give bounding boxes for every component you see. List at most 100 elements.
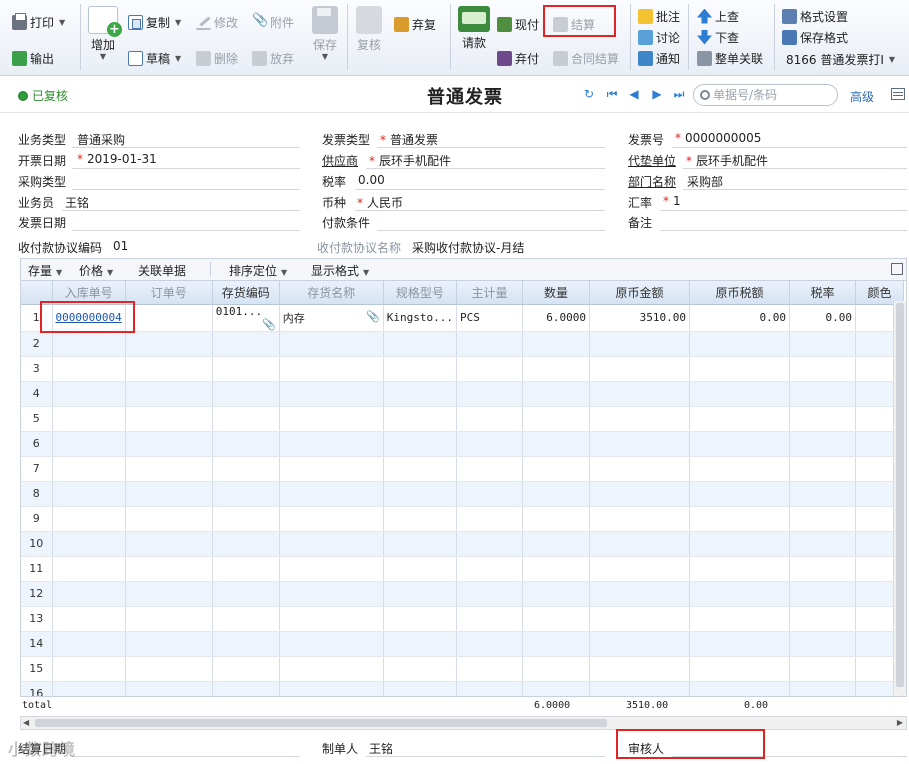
grid-cell[interactable] [589,656,690,682]
amount-cell[interactable]: 3510.00 [589,304,690,332]
grid-cell[interactable] [522,506,590,532]
grid-cell[interactable] [456,506,523,532]
discard-pay-button[interactable]: 弃付 [497,48,539,68]
grid-cell[interactable] [279,456,384,482]
print-button[interactable]: 打印 ▼ [12,12,65,32]
table-row[interactable]: 1 0000000004 0101... 📎 内存 📎 Kingsto... PCS… [21,304,904,332]
grid-cell[interactable] [383,506,457,532]
grid-cell[interactable] [383,406,457,432]
grid-cell[interactable] [52,656,126,682]
grid-cell[interactable] [383,356,457,382]
grid-cell[interactable] [52,631,126,657]
salesman-field[interactable]: 王铭 [65,194,89,211]
grid-cell[interactable] [522,606,590,632]
table-row[interactable]: 10 [21,531,904,557]
grid-cell[interactable] [689,556,790,582]
grid-cell[interactable] [789,456,856,482]
grid-cell[interactable] [456,356,523,382]
table-row[interactable]: 6 [21,431,904,457]
notify-button[interactable]: 通知 [638,48,680,68]
grid-cell[interactable] [589,431,690,457]
grid-cell[interactable] [279,331,384,357]
grid-cell[interactable] [383,556,457,582]
grid-cell[interactable] [522,556,590,582]
next-record-button[interactable]: 下查 [697,27,739,47]
grid-cell[interactable] [212,331,280,357]
grid-cell[interactable] [383,381,457,407]
currency-field[interactable]: * 人民币 [357,194,403,211]
table-row[interactable]: 13 [21,606,904,632]
grid-cell[interactable] [589,581,690,607]
grid-cell[interactable] [212,506,280,532]
grid-cell[interactable] [589,531,690,557]
dept-label[interactable]: 部门名称 [628,173,676,190]
grid-cell[interactable] [279,656,384,682]
grid-cell[interactable] [52,356,126,382]
grid-cell[interactable] [383,481,457,507]
qty-cell[interactable]: 6.0000 [522,304,590,332]
next-icon[interactable]: ▶ [650,87,664,101]
stock-dropdown[interactable]: 存量 ▼ [28,262,62,279]
table-row[interactable]: 2 [21,331,904,357]
contract-settle-button[interactable]: 合同结算 [553,48,619,68]
discard-review-button[interactable]: 弃复 [394,14,436,34]
table-row[interactable]: 3 [21,356,904,382]
grid-cell[interactable] [689,656,790,682]
grid-cell[interactable] [456,631,523,657]
grid-cell[interactable] [456,381,523,407]
agreement-name-field[interactable]: 采购收付款协议-月结 [412,239,524,256]
grid-cell[interactable] [522,381,590,407]
prev-icon[interactable]: ◀ [627,87,641,101]
grid-cell[interactable] [52,456,126,482]
table-row[interactable]: 11 [21,556,904,582]
col-header-qty[interactable]: 数量 [522,281,590,305]
grid-cell[interactable] [522,331,590,357]
grid-cell[interactable] [589,606,690,632]
print-template-select[interactable]: 8166 普通发票打I ▼ [786,49,895,69]
first-record-icon[interactable]: ⏮ [605,87,619,101]
grid-cell[interactable] [522,356,590,382]
grid-cell[interactable] [279,381,384,407]
grid-cell[interactable] [689,581,790,607]
grid-cell[interactable] [52,431,126,457]
grid-cell[interactable] [279,506,384,532]
grid-cell[interactable] [52,531,126,557]
scrollbar-thumb[interactable] [896,303,904,687]
grid-cell[interactable] [212,631,280,657]
grid-cell[interactable] [789,406,856,432]
invoice-no-field[interactable]: * 0000000005 [675,131,761,145]
grid-cell[interactable] [212,606,280,632]
scrollbar-thumb[interactable] [35,719,607,727]
grid-cell[interactable] [212,656,280,682]
grid-cell[interactable] [279,356,384,382]
grid-cell[interactable] [689,531,790,557]
grid-cell[interactable] [456,531,523,557]
grid-cell[interactable] [689,606,790,632]
refresh-icon[interactable]: ↻ [582,87,596,101]
grid-cell[interactable] [522,581,590,607]
grid-cell[interactable] [125,381,213,407]
grid-cell[interactable] [589,556,690,582]
advanced-search-link[interactable]: 高级 [850,88,874,105]
grid-cell[interactable] [279,556,384,582]
unit-cell[interactable]: PCS [456,304,523,332]
issue-date-field[interactable]: * 2019-01-31 [77,152,157,166]
vertical-scrollbar[interactable] [893,301,906,695]
grid-cell[interactable] [689,506,790,532]
grid-cell[interactable] [125,556,213,582]
grid-cell[interactable] [456,431,523,457]
grid-cell[interactable] [383,606,457,632]
grid-cell[interactable] [52,481,126,507]
grid-cell[interactable] [789,331,856,357]
grid-cell[interactable] [589,381,690,407]
grid-cell[interactable] [456,406,523,432]
price-dropdown[interactable]: 价格 ▼ [79,262,113,279]
annotate-button[interactable]: 批注 [638,6,680,26]
grid-cell[interactable] [125,406,213,432]
scroll-left-icon[interactable]: ◀ [23,717,29,729]
grid-cell[interactable] [789,506,856,532]
table-row[interactable]: 8 [21,481,904,507]
table-row[interactable]: 12 [21,581,904,607]
col-header-unit[interactable]: 主计量 [456,281,523,305]
grid-cell[interactable] [456,581,523,607]
